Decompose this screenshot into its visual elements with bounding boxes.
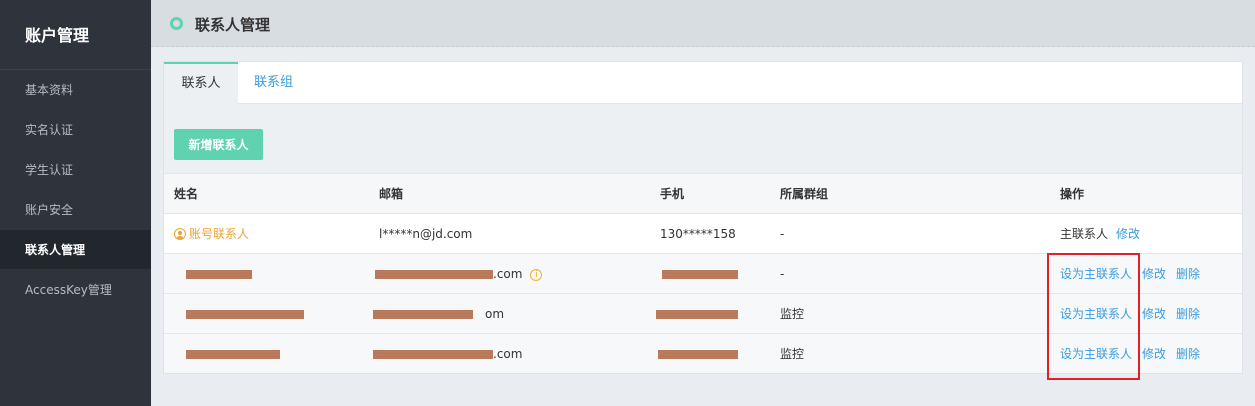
tab-bar: 联系人 联系组 (164, 62, 1242, 104)
sidebar-item-real-name-auth[interactable]: 实名认证 (0, 110, 151, 150)
contact-email-cell: om (373, 294, 505, 334)
contact-group: - (780, 267, 785, 281)
tab-contact-groups[interactable]: 联系组 (254, 62, 293, 104)
contact-name: 账号联系人 (189, 227, 250, 241)
contact-name-cell (174, 294, 304, 334)
redaction-mark (186, 310, 304, 319)
highlight-box (1047, 253, 1140, 380)
contact-email: .com (493, 347, 523, 361)
contact-group: 监控 (780, 307, 805, 321)
column-header-phone: 手机 (660, 187, 685, 201)
column-header-email: 邮箱 (379, 187, 404, 201)
redaction-mark (186, 270, 252, 279)
delete-link[interactable]: 删除 (1176, 267, 1200, 281)
sidebar-item-accesskey[interactable]: AccessKey管理 (0, 270, 151, 310)
tab-contacts[interactable]: 联系人 (164, 62, 238, 104)
contact-phone-cell (658, 334, 738, 374)
contact-group: 监控 (780, 347, 805, 361)
edit-link[interactable]: 修改 (1116, 227, 1140, 241)
user-icon (174, 228, 186, 240)
sidebar-item-basic-info[interactable]: 基本资料 (0, 70, 151, 110)
contact-email-cell: .com i (375, 254, 543, 294)
redaction-mark (373, 310, 473, 319)
contact-phone: 130*****158 (660, 227, 736, 241)
redaction-mark (662, 270, 738, 279)
edit-link[interactable]: 修改 (1142, 347, 1166, 361)
page-header: 联系人管理 (151, 0, 1255, 47)
contact-phone-cell (660, 254, 738, 294)
sidebar: 账户管理 基本资料 实名认证 学生认证 账户安全 联系人管理 AccessKey… (0, 0, 151, 406)
main-contact-label: 主联系人 (1060, 227, 1109, 241)
edit-link[interactable]: 修改 (1142, 267, 1166, 281)
redaction-mark (656, 310, 738, 319)
delete-link[interactable]: 删除 (1176, 307, 1200, 321)
contact-group: - (780, 227, 785, 241)
contact-name-cell (174, 254, 252, 294)
add-contact-button[interactable]: 新增联系人 (174, 129, 263, 160)
page-title: 联系人管理 (195, 16, 271, 34)
contact-email: om (485, 307, 505, 321)
contact-phone-cell (656, 294, 738, 334)
column-header-name: 姓名 (174, 187, 199, 201)
circle-icon (170, 17, 183, 30)
sidebar-item-account-security[interactable]: 账户安全 (0, 190, 151, 230)
sidebar-item-student-auth[interactable]: 学生认证 (0, 150, 151, 190)
redaction-mark (658, 350, 738, 359)
contact-email: .com (493, 267, 523, 281)
sidebar-title: 账户管理 (0, 0, 151, 70)
table-header-row: 姓名 邮箱 手机 所属群组 操作 (164, 173, 1242, 213)
contact-email: l*****n@jd.com (379, 227, 473, 241)
redaction-mark (373, 350, 493, 359)
contact-name-cell (174, 334, 280, 374)
redaction-mark (375, 270, 493, 279)
redaction-mark (186, 350, 280, 359)
contact-email-cell: .com (373, 334, 523, 374)
table-row: 账号联系人 l*****n@jd.com 130*****158 - 主联系人修… (164, 213, 1242, 253)
edit-link[interactable]: 修改 (1142, 307, 1166, 321)
sidebar-item-contact-management[interactable]: 联系人管理 (0, 230, 151, 270)
column-header-actions: 操作 (1060, 187, 1085, 201)
contact-name-cell: 账号联系人 (174, 214, 249, 254)
contact-actions: 主联系人 修改 (1060, 214, 1150, 254)
info-icon[interactable]: i (530, 269, 543, 281)
delete-link[interactable]: 删除 (1176, 347, 1200, 361)
column-header-group: 所属群组 (780, 187, 829, 201)
